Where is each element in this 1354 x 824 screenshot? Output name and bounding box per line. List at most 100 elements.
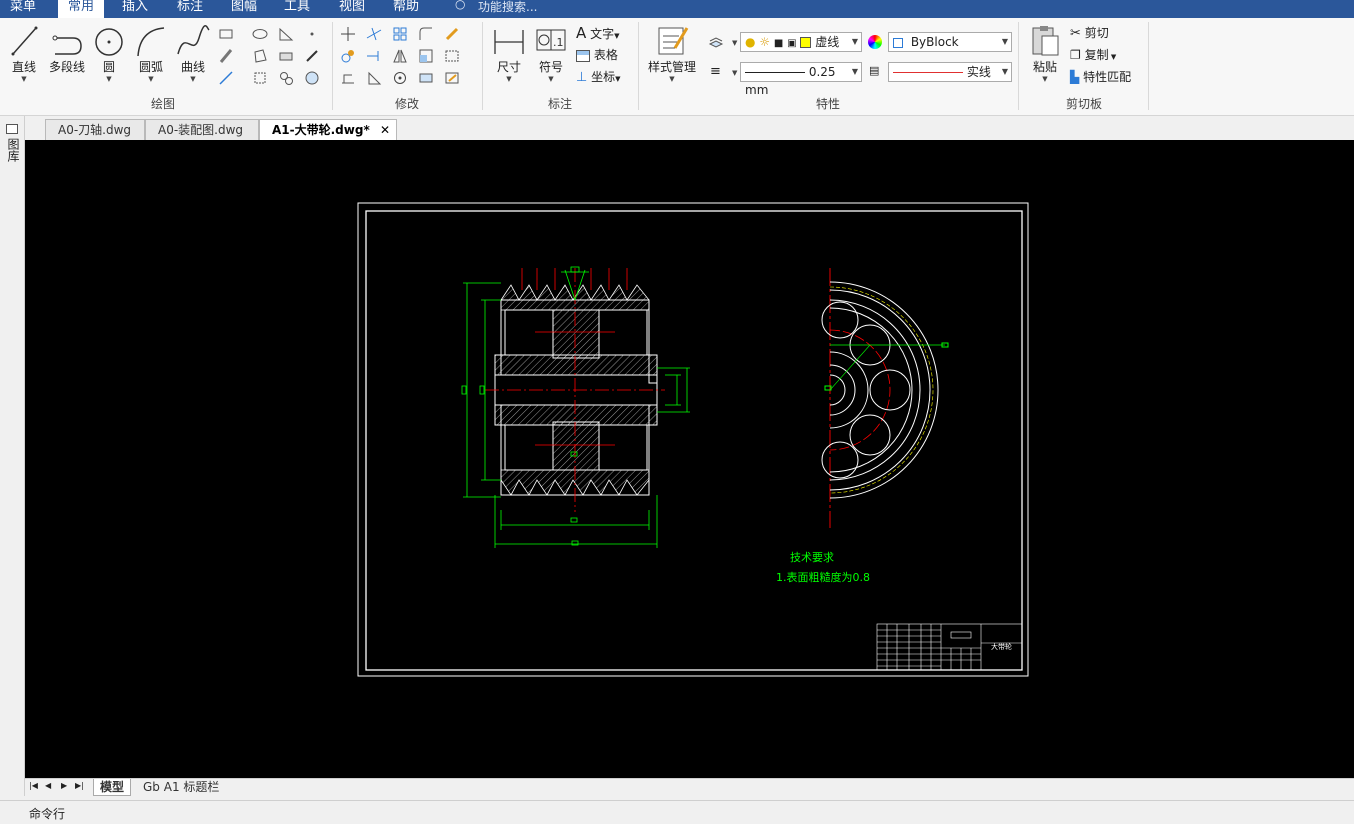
- offset-icon[interactable]: [340, 70, 356, 86]
- layer-manager-icon[interactable]: [708, 34, 724, 50]
- linetype-icon: ▤: [869, 64, 880, 77]
- layer-select[interactable]: ● ☼ ■ ▣ 虚线 ▼: [740, 32, 862, 52]
- chevron-down-icon: ▼: [190, 75, 196, 83]
- lock-icon: ■: [773, 38, 784, 49]
- tab-gb-a1-title[interactable]: Gb A1 标题栏: [137, 779, 225, 796]
- sun-icon: ☼: [759, 35, 771, 49]
- menu-tufu[interactable]: 图幅: [231, 0, 257, 18]
- menu-caidan[interactable]: 菜单: [10, 0, 36, 18]
- array-icon[interactable]: [392, 26, 408, 42]
- copy-button[interactable]: ❐ 复制 ▼: [1070, 46, 1116, 63]
- line-button[interactable]: 直线 ▼: [8, 24, 40, 83]
- coordinate-icon: ⊥: [576, 70, 588, 85]
- construction-line-icon[interactable]: [218, 48, 234, 64]
- symbol-button[interactable]: .1 符号 ▼: [534, 24, 568, 83]
- command-line[interactable]: 命令行: [0, 800, 1354, 824]
- table-button[interactable]: 表格: [576, 46, 618, 63]
- close-icon[interactable]: ✕: [380, 120, 390, 140]
- menu-charu[interactable]: 插入: [122, 0, 148, 18]
- polyline-icon: [52, 35, 82, 55]
- wipeout-icon[interactable]: [304, 70, 320, 86]
- extend-icon[interactable]: [366, 48, 382, 64]
- xline-icon[interactable]: [218, 70, 234, 86]
- layer-color-swatch: [800, 37, 812, 48]
- tab-a1-dadailun[interactable]: A1-大带轮.dwg* ✕: [259, 119, 397, 140]
- drawing-svg[interactable]: 技术要求 1.表面粗糙度为0.8 大带轮: [25, 140, 1354, 778]
- chamfer-icon[interactable]: [366, 70, 382, 86]
- mirror-icon[interactable]: [392, 48, 408, 64]
- cut-label: 剪切: [1084, 26, 1109, 40]
- paste-button[interactable]: 粘贴 ▼: [1026, 24, 1064, 83]
- trim-icon[interactable]: [366, 26, 382, 42]
- menu-shitu[interactable]: 视图: [339, 0, 365, 18]
- chevron-down-icon: ▼: [1042, 75, 1048, 83]
- text-button[interactable]: A 文字▼: [576, 24, 620, 42]
- copy-icon: ❐: [1070, 48, 1081, 62]
- ellipse-icon[interactable]: [252, 26, 268, 42]
- polyline-label: 多段线: [48, 60, 85, 74]
- first-layout-icon[interactable]: |◀: [29, 781, 38, 790]
- color-value: ByBlock: [910, 35, 959, 49]
- chevron-down-icon: ▼: [148, 75, 154, 83]
- region-icon[interactable]: [252, 70, 268, 86]
- paste-label: 粘贴: [1032, 60, 1057, 74]
- linetype-select[interactable]: 实线 ▼: [888, 62, 1012, 82]
- library-tab[interactable]: 图库: [5, 138, 20, 162]
- dimension-button[interactable]: 尺寸 ▼: [492, 24, 526, 83]
- group-divider: [332, 22, 333, 110]
- command-line-label: 命令行: [29, 807, 66, 821]
- menu-gongju[interactable]: 工具: [284, 0, 310, 18]
- style-manager-button[interactable]: 样式管理 ▼: [644, 24, 700, 83]
- next-layout-icon[interactable]: ▶: [61, 781, 67, 790]
- explode-icon[interactable]: [418, 70, 434, 86]
- scale-icon[interactable]: [418, 48, 434, 64]
- polygon-icon[interactable]: [278, 26, 294, 42]
- circle-button[interactable]: 圆 ▼: [93, 24, 125, 83]
- tab-a0-zhuangpeitu[interactable]: A0-装配图.dwg: [145, 119, 259, 140]
- tab-a0-daozhou[interactable]: A0-刀轴.dwg: [45, 119, 145, 140]
- sheet-outer-border: [357, 202, 1029, 677]
- color-select[interactable]: ByBlock ▼: [888, 32, 1012, 52]
- library-icon[interactable]: [6, 124, 18, 134]
- ray-icon[interactable]: [304, 48, 320, 64]
- curve-button[interactable]: 曲线 ▼: [175, 24, 211, 83]
- rotate-icon[interactable]: [392, 70, 408, 86]
- properties-edit-icon[interactable]: [444, 70, 460, 86]
- menu-changyong[interactable]: 常用: [58, 0, 105, 18]
- tab-label: A1-大带轮.dwg*: [272, 123, 370, 137]
- drawing-canvas[interactable]: 技术要求 1.表面粗糙度为0.8 大带轮: [25, 140, 1354, 778]
- coordinate-button[interactable]: ⊥ 坐标▼: [576, 68, 621, 85]
- prev-layout-icon[interactable]: ◀: [45, 781, 51, 790]
- pulley-section-view: [485, 268, 665, 512]
- line-icon: [11, 26, 38, 56]
- cut-button[interactable]: ✂ 剪切: [1070, 24, 1109, 41]
- chevron-down-icon: ▼: [106, 75, 112, 83]
- edit-icon[interactable]: [444, 26, 460, 42]
- rectangle-icon[interactable]: [218, 26, 234, 42]
- notes-title: 技术要求: [790, 551, 834, 564]
- hatch-icon[interactable]: [252, 48, 268, 64]
- chevron-down-icon: ▼: [851, 67, 858, 76]
- left-panel-strip: 图库: [0, 116, 25, 796]
- fillet-icon[interactable]: [418, 26, 434, 42]
- match-properties-button[interactable]: ▙ 特性匹配: [1070, 68, 1131, 85]
- menu-bangzhu[interactable]: 帮助: [393, 0, 419, 18]
- move-icon[interactable]: [340, 26, 356, 42]
- spline-icon[interactable]: [278, 48, 294, 64]
- scissors-icon: ✂: [1070, 26, 1081, 41]
- tab-model[interactable]: 模型: [93, 779, 132, 796]
- menu-biaozhu[interactable]: 标注: [177, 0, 203, 18]
- point-icon[interactable]: [304, 26, 320, 42]
- lineweight-select[interactable]: 0.25 mm ▼: [740, 62, 862, 97]
- draw-group-label: 绘图: [150, 97, 175, 111]
- search-input[interactable]: 功能搜索...: [478, 0, 537, 18]
- polyline-button[interactable]: 多段线: [46, 24, 88, 75]
- block-icon[interactable]: [278, 70, 294, 86]
- color-wheel-icon[interactable]: [868, 35, 882, 49]
- group-divider: [1018, 22, 1019, 110]
- stretch-icon[interactable]: [444, 48, 460, 64]
- last-layout-icon[interactable]: ▶|: [75, 781, 84, 790]
- copy-object-icon[interactable]: [340, 48, 356, 64]
- arc-button[interactable]: 圆弧 ▼: [134, 24, 168, 83]
- group-divider: [1148, 22, 1149, 110]
